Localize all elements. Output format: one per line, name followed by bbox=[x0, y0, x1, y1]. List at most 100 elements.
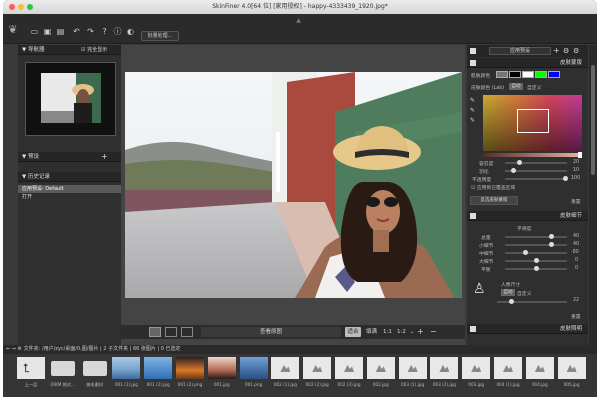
preset-dropdown[interactable]: 应用预设 bbox=[489, 47, 551, 55]
filmstrip-item[interactable]: 003 (2).jpg bbox=[430, 357, 459, 391]
small-detail-value[interactable]: 40 bbox=[573, 242, 579, 247]
color-selection-box[interactable] bbox=[517, 109, 549, 133]
filmstrip-item[interactable]: 005.jpg bbox=[557, 357, 586, 391]
help-icon[interactable]: ? bbox=[100, 27, 109, 36]
filmstrip-item[interactable]: 004 (1).jpg bbox=[494, 357, 522, 391]
zoom-1-1-button[interactable]: 1:1 bbox=[383, 327, 392, 337]
opacity-slider[interactable] bbox=[505, 176, 568, 181]
zoom-window-button[interactable] bbox=[27, 4, 33, 10]
history-item[interactable]: 打开 bbox=[18, 193, 121, 201]
filmstrip-item[interactable]: [RKM 格式... bbox=[49, 357, 77, 391]
filmstrip-item[interactable]: 001 (2).jpg bbox=[144, 357, 173, 391]
minimize-window-button[interactable] bbox=[18, 4, 24, 10]
balance-slider[interactable] bbox=[505, 266, 567, 271]
skin-mask-header[interactable]: 皮肤蒙版 bbox=[467, 58, 588, 68]
slider-knob[interactable] bbox=[549, 242, 554, 247]
zoom-1-2-button[interactable]: 1:2 bbox=[397, 327, 406, 337]
filmstrip-item[interactable]: 001 (1).jpg bbox=[112, 357, 141, 391]
skin-detail-header[interactable]: 皮肤细节 bbox=[467, 211, 588, 221]
nav-arrows-icon[interactable]: ⇐ ⇒ ⚙ bbox=[6, 346, 24, 352]
tolerance-slider[interactable] bbox=[505, 160, 567, 165]
filmstrip-item[interactable]: 梳毛素材 bbox=[81, 357, 109, 391]
swatch-green[interactable] bbox=[535, 71, 547, 78]
feather-slider[interactable] bbox=[505, 168, 567, 173]
filmstrip-item[interactable]: 001.png bbox=[239, 357, 268, 391]
slider-knob[interactable] bbox=[549, 234, 554, 239]
side-by-side-icon[interactable] bbox=[181, 327, 193, 337]
filmstrip-item[interactable]: 003.jpg bbox=[462, 357, 491, 391]
options-gear-icon[interactable]: ⚙ bbox=[573, 45, 579, 57]
zoom-dropdown-icon[interactable]: ⌄ bbox=[410, 327, 414, 337]
skin-mask-reset-button[interactable]: 重置 bbox=[571, 198, 581, 205]
undo-icon[interactable]: ↶ bbox=[72, 27, 81, 36]
auto-color-button[interactable]: 自动 bbox=[509, 83, 523, 90]
history-item[interactable]: 应用预设: Default bbox=[18, 185, 121, 193]
scrollbar-thumb[interactable] bbox=[591, 65, 595, 175]
redo-icon[interactable]: ↷ bbox=[86, 27, 95, 36]
hue-strip[interactable] bbox=[483, 152, 582, 158]
slider-knob[interactable] bbox=[511, 168, 516, 173]
zoom-in-icon[interactable]: + bbox=[417, 325, 424, 339]
medium-detail-value[interactable]: -80 bbox=[571, 250, 579, 255]
save-icon[interactable]: ▣ bbox=[43, 27, 52, 36]
large-detail-value[interactable]: 0 bbox=[575, 258, 578, 263]
fit-button[interactable]: 适合 bbox=[345, 327, 361, 337]
amount-value[interactable]: 40 bbox=[573, 234, 579, 239]
info-icon[interactable]: ⓘ bbox=[113, 27, 122, 36]
skin-lighting-header[interactable]: 皮肤照明 bbox=[467, 324, 588, 334]
open-folder-icon[interactable]: ▭ bbox=[30, 27, 39, 36]
presets-header[interactable]: ▼ 预设 + bbox=[18, 152, 121, 162]
fit-checkbox[interactable]: ☑ 完全显示 bbox=[81, 45, 107, 55]
amount-slider[interactable] bbox=[505, 234, 567, 239]
portrait-size-value[interactable]: 22 bbox=[573, 298, 579, 303]
tolerance-value[interactable]: 20 bbox=[573, 160, 579, 165]
invert-mask-button[interactable]: 反选皮肤蒙版 bbox=[470, 196, 518, 205]
filmstrip-item[interactable]: 002 (2).jpg bbox=[303, 357, 332, 391]
eyedropper-remove-icon[interactable]: ✎ bbox=[470, 117, 475, 124]
slider-knob[interactable] bbox=[509, 299, 514, 304]
filmstrip-item[interactable]: 002 (1).jpg bbox=[271, 357, 300, 391]
add-preset-icon[interactable]: + bbox=[101, 152, 108, 162]
color-picker-icon[interactable] bbox=[496, 71, 508, 78]
filmstrip-item[interactable]: 001 (2).png bbox=[176, 357, 204, 391]
skin-detail-reset-button[interactable]: 重置 bbox=[571, 313, 581, 320]
filmstrip-item[interactable]: 004.jpg bbox=[525, 357, 554, 391]
collapse-toolbar-icon[interactable]: ▲ bbox=[294, 16, 303, 25]
portrait-size-slider[interactable] bbox=[497, 299, 567, 304]
filmstrip-item[interactable]: 003 (1).jpg bbox=[398, 357, 427, 391]
medium-detail-slider[interactable] bbox=[505, 250, 567, 255]
settings-gear-icon[interactable]: ⚙ bbox=[563, 45, 569, 57]
filmstrip-item[interactable]: 002 (3).jpg bbox=[335, 357, 363, 391]
small-detail-slider[interactable] bbox=[505, 242, 567, 247]
close-window-button[interactable] bbox=[9, 4, 15, 10]
slider-knob[interactable] bbox=[563, 176, 568, 181]
slider-knob[interactable] bbox=[534, 258, 539, 263]
save-as-icon[interactable]: ▤ bbox=[56, 27, 65, 36]
zoom-out-icon[interactable]: − bbox=[430, 325, 437, 339]
balance-value[interactable]: 0 bbox=[575, 266, 578, 271]
custom-size-label[interactable]: 自定义 bbox=[517, 290, 531, 297]
large-detail-slider[interactable] bbox=[505, 258, 567, 263]
feather-value[interactable]: 10 bbox=[573, 168, 579, 173]
auto-size-button[interactable]: 自动 bbox=[501, 289, 515, 296]
right-panel-scrollbar[interactable] bbox=[589, 45, 597, 345]
navigator-thumbnail[interactable] bbox=[25, 62, 116, 136]
apply-covered-checkbox[interactable]: ☑ 应用到已覆盖区域 bbox=[471, 184, 515, 191]
filmstrip-item[interactable]: ⮤ 上一层 bbox=[17, 357, 45, 391]
slider-knob[interactable] bbox=[534, 266, 539, 271]
slider-knob[interactable] bbox=[523, 250, 528, 255]
add-icon[interactable]: + bbox=[553, 45, 560, 57]
skin-color-field[interactable] bbox=[483, 95, 582, 151]
split-view-icon[interactable] bbox=[165, 327, 177, 337]
slider-knob[interactable] bbox=[517, 160, 522, 165]
eyedropper-add-icon[interactable]: ✎ bbox=[470, 107, 475, 114]
eyedropper-icon[interactable]: ✎ bbox=[470, 97, 475, 104]
compare-icon[interactable]: ◐ bbox=[126, 27, 135, 36]
main-photo[interactable] bbox=[125, 72, 462, 298]
view-original-button[interactable]: 查看原图 bbox=[201, 327, 341, 337]
custom-color-label[interactable]: 自定义 bbox=[527, 84, 541, 91]
filmstrip-item[interactable]: 002.jpg bbox=[366, 357, 395, 391]
fill-button[interactable]: 填满 bbox=[366, 327, 377, 337]
opacity-value[interactable]: 100 bbox=[571, 176, 580, 181]
navigator-header[interactable]: ▼ 导航器 ☑ 完全显示 bbox=[18, 45, 121, 55]
